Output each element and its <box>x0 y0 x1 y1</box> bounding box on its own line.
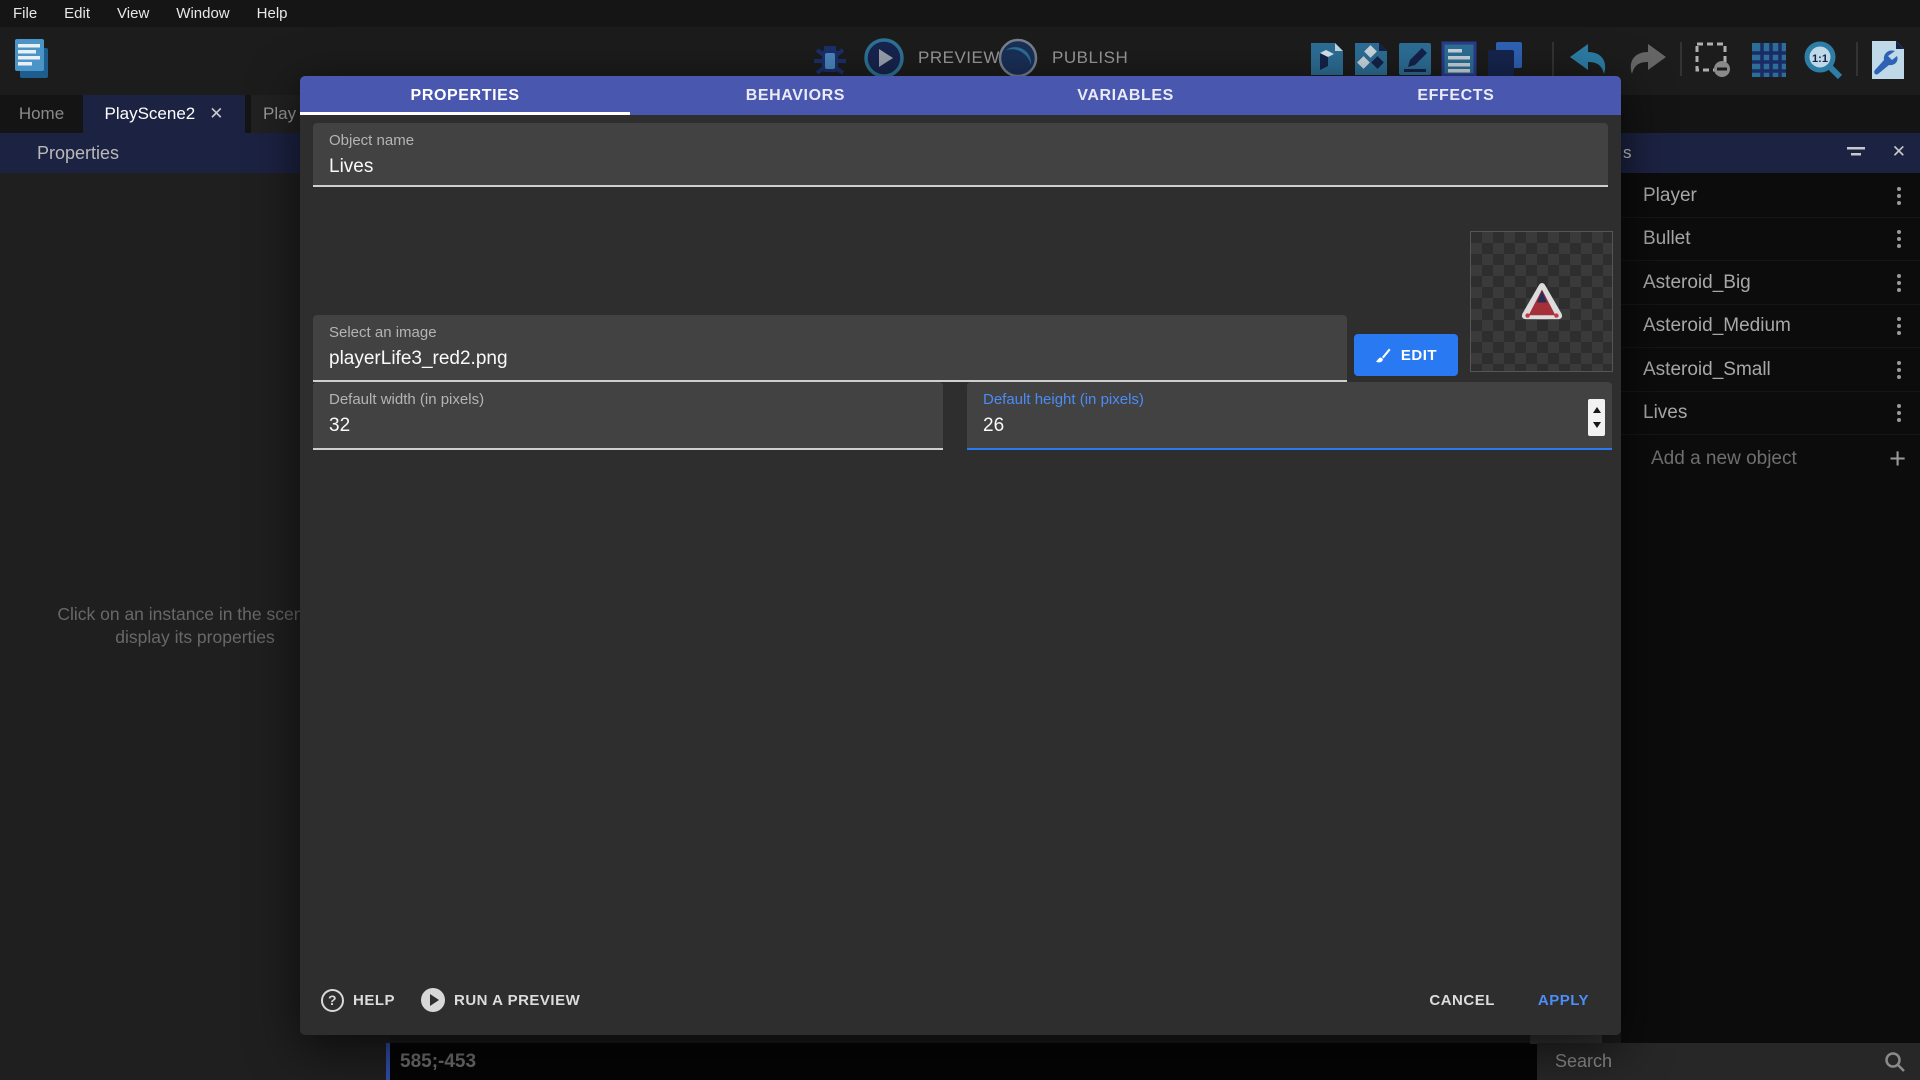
dialog-tab-effects[interactable]: EFFECTS <box>1291 76 1621 115</box>
tab-close-icon[interactable]: ✕ <box>209 104 223 124</box>
row-menu-icon[interactable] <box>1897 230 1901 248</box>
dialog-tab-behaviors[interactable]: BEHAVIORS <box>630 76 960 115</box>
default-height-label: Default height (in pixels) <box>983 391 1596 408</box>
run-preview-play-icon <box>421 988 445 1012</box>
undo-icon[interactable] <box>1568 42 1614 78</box>
search-input[interactable] <box>1537 1051 1857 1072</box>
dialog-tab-properties[interactable]: PROPERTIES <box>300 76 630 115</box>
number-stepper[interactable] <box>1588 399 1605 436</box>
menu-view[interactable]: View <box>117 5 149 22</box>
publish-button[interactable]: PUBLISH <box>998 38 1128 78</box>
add-object-row[interactable]: Add a new object + <box>1621 436 1920 482</box>
menu-edit[interactable]: Edit <box>64 5 90 22</box>
toolbar-separator <box>1552 42 1554 76</box>
preview-button[interactable]: PREVIEW <box>864 38 1000 78</box>
objects-panel-title-visible: s <box>1623 143 1632 163</box>
row-menu-icon[interactable] <box>1897 317 1901 335</box>
search-icon <box>1884 1051 1906 1073</box>
filter-icon[interactable] <box>1847 145 1865 159</box>
run-preview-button[interactable]: RUN A PREVIEW <box>421 988 580 1012</box>
dialog-tab-variables[interactable]: VARIABLES <box>961 76 1291 115</box>
default-width-field[interactable]: Default width (in pixels) 32 <box>313 382 943 450</box>
stepper-up-icon[interactable] <box>1593 407 1601 413</box>
ship-sprite <box>1519 281 1565 323</box>
preview-play-icon <box>864 38 904 78</box>
preview-label: PREVIEW <box>918 48 1000 68</box>
default-width-label: Default width (in pixels) <box>329 391 927 408</box>
apply-button[interactable]: APPLY <box>1538 992 1589 1009</box>
edit-image-button[interactable]: EDIT <box>1354 334 1458 376</box>
debug-icon[interactable] <box>812 40 848 80</box>
object-name-label: Object name <box>329 132 1592 149</box>
window-mask-icon[interactable] <box>1694 41 1732 79</box>
default-width-value[interactable]: 32 <box>329 415 927 437</box>
tab-home[interactable]: Home <box>0 95 83 133</box>
gdevelop-editor-window: File Edit View Window Help <box>0 0 1920 1080</box>
default-height-value[interactable]: 26 <box>983 415 1596 437</box>
menu-window[interactable]: Window <box>176 5 229 22</box>
menu-help[interactable]: Help <box>257 5 288 22</box>
close-panel-icon[interactable]: ✕ <box>1892 142 1906 162</box>
objects-panel-icon[interactable] <box>1308 40 1346 78</box>
cursor-coordinates-bar: 585;-453 <box>390 1043 1537 1080</box>
object-properties-dialog: PROPERTIES BEHAVIORS VARIABLES EFFECTS O… <box>300 76 1621 1035</box>
brush-icon <box>1375 347 1392 364</box>
svg-text:1:1: 1:1 <box>1812 53 1828 65</box>
object-name-field[interactable]: Object name Lives <box>313 123 1608 187</box>
dialog-tab-bar: PROPERTIES BEHAVIORS VARIABLES EFFECTS <box>300 76 1621 115</box>
objects-search-bar <box>1537 1043 1920 1080</box>
layers-panel-icon[interactable] <box>1484 40 1524 78</box>
objects-panel-header: s ✕ <box>1621 133 1920 173</box>
dialog-footer: ? HELP RUN A PREVIEW CANCEL APPLY <box>300 973 1621 1035</box>
row-menu-icon[interactable] <box>1897 274 1901 292</box>
publish-globe-icon <box>998 38 1038 78</box>
editor-settings-icon[interactable] <box>1868 39 1908 81</box>
object-row-asteroid-medium[interactable]: Asteroid_Medium <box>1621 305 1920 348</box>
stepper-down-icon[interactable] <box>1593 422 1601 428</box>
image-select-value[interactable]: playerLife3_red2.png <box>329 348 1331 370</box>
object-name-value[interactable]: Lives <box>329 156 1592 178</box>
cancel-button[interactable]: CANCEL <box>1429 992 1495 1009</box>
zoom-one-to-one-icon[interactable]: 1:1 <box>1802 40 1844 82</box>
row-menu-icon[interactable] <box>1897 404 1901 422</box>
sprite-preview <box>1470 231 1613 372</box>
instances-list-icon[interactable] <box>1440 40 1478 78</box>
publish-label: PUBLISH <box>1052 48 1128 68</box>
redo-icon[interactable] <box>1622 42 1668 78</box>
project-manager-icon[interactable] <box>12 36 52 82</box>
object-row-lives[interactable]: Lives <box>1621 392 1920 435</box>
object-groups-icon[interactable] <box>1352 40 1390 78</box>
help-button[interactable]: ? HELP <box>321 989 395 1012</box>
cursor-coordinates: 585;-453 <box>400 1051 476 1073</box>
menu-file[interactable]: File <box>13 5 37 22</box>
menu-bar: File Edit View Window Help <box>0 0 1920 27</box>
row-menu-icon[interactable] <box>1897 187 1901 205</box>
toolbar-separator <box>1856 42 1858 76</box>
dialog-body: Object name Lives Select an image player… <box>300 115 1621 1035</box>
grid-icon[interactable] <box>1750 41 1788 79</box>
row-menu-icon[interactable] <box>1897 361 1901 379</box>
object-row-asteroid-big[interactable]: Asteroid_Big <box>1621 262 1920 305</box>
object-row-asteroid-small[interactable]: Asteroid_Small <box>1621 349 1920 392</box>
tab-playscene2[interactable]: PlayScene2 ✕ <box>83 95 245 133</box>
toolbar-separator <box>1680 42 1682 76</box>
default-height-field[interactable]: Default height (in pixels) 26 <box>967 382 1612 450</box>
help-icon: ? <box>321 989 344 1012</box>
image-select-field[interactable]: Select an image playerLife3_red2.png <box>313 315 1347 382</box>
object-row-bullet[interactable]: Bullet <box>1621 218 1920 261</box>
image-select-label: Select an image <box>329 324 1331 341</box>
object-row-player[interactable]: Player <box>1621 175 1920 218</box>
edit-scene-icon[interactable] <box>1396 40 1434 78</box>
objects-panel: s ✕ Player Bullet Asteroid_Big Asteroid_… <box>1621 133 1920 1043</box>
add-icon: + <box>1889 445 1906 474</box>
